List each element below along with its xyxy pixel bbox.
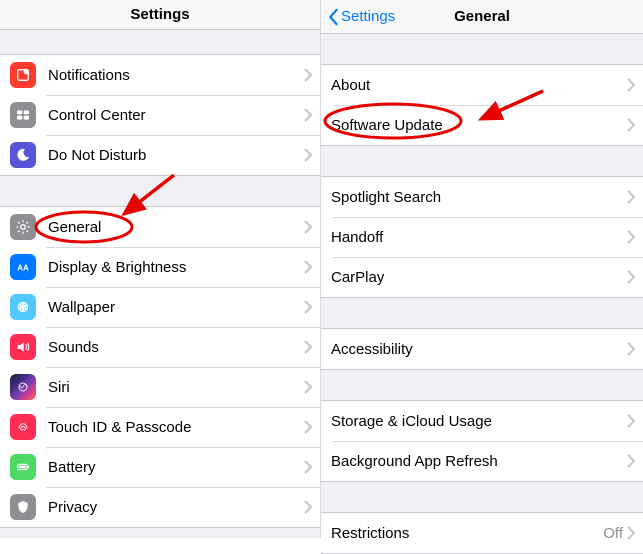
chevron-right-icon	[304, 340, 312, 354]
row-label: Handoff	[331, 229, 627, 246]
chevron-right-icon	[304, 460, 312, 474]
chevron-right-icon	[627, 342, 635, 356]
row-spotlight-search[interactable]: Spotlight Search	[321, 177, 643, 217]
row-accessibility[interactable]: Accessibility	[321, 329, 643, 369]
row-label: Notifications	[48, 67, 304, 84]
row-privacy[interactable]: Privacy	[0, 487, 320, 527]
chevron-right-icon	[627, 190, 635, 204]
chevron-right-icon	[627, 118, 635, 132]
row-label: Sounds	[48, 339, 304, 356]
spacer	[321, 146, 643, 176]
chevron-right-icon	[627, 454, 635, 468]
sounds-icon	[10, 334, 36, 360]
row-display-brightness[interactable]: AA Display & Brightness	[0, 247, 320, 287]
settings-group-1: Notifications Control Center Do Not Dist…	[0, 54, 320, 176]
general-group-3: Accessibility	[321, 328, 643, 370]
row-about[interactable]: About	[321, 65, 643, 105]
row-label: About	[331, 77, 627, 94]
row-touch-id[interactable]: Touch ID & Passcode	[0, 407, 320, 447]
row-label: Display & Brightness	[48, 259, 304, 276]
row-sounds[interactable]: Sounds	[0, 327, 320, 367]
spacer	[321, 298, 643, 328]
row-label: Control Center	[48, 107, 304, 124]
general-group-4: Storage & iCloud Usage Background App Re…	[321, 400, 643, 482]
row-battery[interactable]: Battery	[0, 447, 320, 487]
spacer	[0, 176, 320, 206]
row-label: Siri	[48, 379, 304, 396]
spacer	[0, 30, 320, 54]
row-label: Software Update	[331, 117, 627, 134]
wallpaper-icon	[10, 294, 36, 320]
row-siri[interactable]: Siri	[0, 367, 320, 407]
privacy-icon	[10, 494, 36, 520]
touchid-icon	[10, 414, 36, 440]
svg-text:AA: AA	[17, 263, 29, 272]
settings-title: Settings	[130, 6, 189, 23]
display-icon: AA	[10, 254, 36, 280]
row-general[interactable]: General	[0, 207, 320, 247]
back-button[interactable]: Settings	[327, 8, 395, 26]
general-group-1: About Software Update	[321, 64, 643, 146]
general-icon	[10, 214, 36, 240]
control-center-icon	[10, 102, 36, 128]
row-label: General	[48, 219, 304, 236]
row-carplay[interactable]: CarPlay	[321, 257, 643, 297]
row-label: Battery	[48, 459, 304, 476]
chevron-right-icon	[304, 380, 312, 394]
row-label: Privacy	[48, 499, 304, 516]
chevron-right-icon	[304, 260, 312, 274]
chevron-right-icon	[304, 220, 312, 234]
chevron-right-icon	[627, 230, 635, 244]
chevron-right-icon	[304, 500, 312, 514]
row-do-not-disturb[interactable]: Do Not Disturb	[0, 135, 320, 175]
chevron-right-icon	[304, 148, 312, 162]
chevron-right-icon	[304, 420, 312, 434]
row-label: Spotlight Search	[331, 189, 627, 206]
dnd-icon	[10, 142, 36, 168]
row-notifications[interactable]: Notifications	[0, 55, 320, 95]
chevron-right-icon	[304, 108, 312, 122]
general-title: General	[454, 8, 510, 25]
settings-navbar: Settings	[0, 0, 320, 30]
spacer	[321, 34, 643, 64]
row-label: Background App Refresh	[331, 453, 627, 470]
row-software-update[interactable]: Software Update	[321, 105, 643, 145]
row-label: Accessibility	[331, 341, 627, 358]
siri-icon	[10, 374, 36, 400]
row-label: Storage & iCloud Usage	[331, 413, 627, 430]
chevron-right-icon	[304, 300, 312, 314]
row-label: Wallpaper	[48, 299, 304, 316]
spacer	[321, 482, 643, 512]
chevron-right-icon	[304, 68, 312, 82]
chevron-right-icon	[627, 78, 635, 92]
row-label: Restrictions	[331, 525, 603, 542]
row-label: CarPlay	[331, 269, 627, 286]
chevron-left-icon	[327, 8, 339, 26]
battery-icon	[10, 454, 36, 480]
row-background-app-refresh[interactable]: Background App Refresh	[321, 441, 643, 481]
row-label: Touch ID & Passcode	[48, 419, 304, 436]
general-group-5: Restrictions Off	[321, 512, 643, 554]
general-navbar: Settings General	[321, 0, 643, 34]
spacer	[321, 370, 643, 400]
row-storage-icloud[interactable]: Storage & iCloud Usage	[321, 401, 643, 441]
row-restrictions[interactable]: Restrictions Off	[321, 513, 643, 553]
row-wallpaper[interactable]: Wallpaper	[0, 287, 320, 327]
back-label: Settings	[341, 8, 395, 25]
row-control-center[interactable]: Control Center	[0, 95, 320, 135]
notifications-icon	[10, 62, 36, 88]
chevron-right-icon	[627, 270, 635, 284]
row-handoff[interactable]: Handoff	[321, 217, 643, 257]
settings-group-2: General AA Display & Brightness Wallpape…	[0, 206, 320, 528]
row-label: Do Not Disturb	[48, 147, 304, 164]
row-value: Off	[603, 525, 623, 542]
chevron-right-icon	[627, 414, 635, 428]
general-group-2: Spotlight Search Handoff CarPlay	[321, 176, 643, 298]
